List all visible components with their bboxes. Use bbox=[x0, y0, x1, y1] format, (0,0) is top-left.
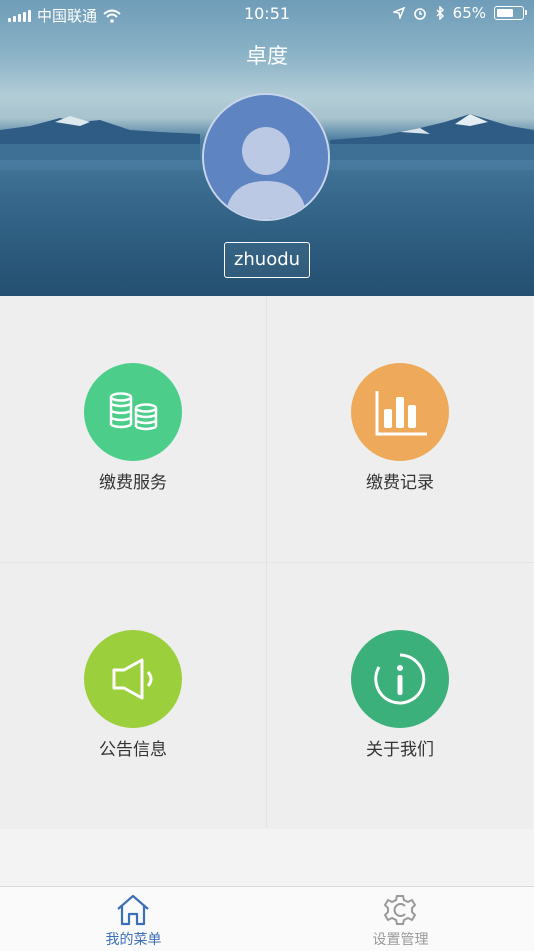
announcements-icon-circle bbox=[84, 630, 182, 728]
tab-label: 设置管理 bbox=[372, 932, 429, 948]
menu-item-label: 关于我们 bbox=[366, 740, 434, 760]
payment-service-icon-circle bbox=[84, 363, 182, 461]
battery-icon bbox=[494, 6, 527, 20]
app-title: 卓度 bbox=[246, 44, 288, 68]
menu-item-payment-records[interactable]: 缴费记录 bbox=[267, 296, 533, 562]
home-icon bbox=[117, 894, 149, 926]
tab-bar: 我的菜单 设置管理 bbox=[0, 886, 534, 951]
battery-percent: 65% bbox=[452, 4, 486, 22]
menu-item-label: 缴费服务 bbox=[99, 473, 167, 493]
location-icon bbox=[392, 7, 405, 19]
coins-icon bbox=[109, 392, 158, 431]
status-bar: 中国联通 10:51 65% bbox=[0, 0, 534, 28]
menu-item-announcements[interactable]: 公告信息 bbox=[0, 563, 266, 829]
speaker-icon bbox=[112, 658, 153, 700]
menu-item-label: 缴费记录 bbox=[366, 473, 434, 493]
bluetooth-icon bbox=[436, 6, 444, 20]
menu-item-payment-service[interactable]: 缴费服务 bbox=[0, 296, 266, 562]
battery-level-fill bbox=[497, 9, 513, 17]
menu-item-about-us[interactable]: 关于我们 bbox=[267, 563, 533, 829]
profile-header: 中国联通 10:51 65% 卓度 zhuodu bbox=[0, 0, 534, 296]
tab-label: 我的菜单 bbox=[105, 932, 162, 948]
tab-settings[interactable]: 设置管理 bbox=[267, 887, 534, 951]
payment-records-icon-circle bbox=[351, 363, 449, 461]
user-silhouette-icon bbox=[204, 95, 328, 219]
info-icon bbox=[374, 653, 426, 705]
gear-icon bbox=[383, 895, 417, 925]
alarm-icon bbox=[413, 8, 426, 20]
avatar[interactable] bbox=[202, 93, 330, 221]
menu-item-label: 公告信息 bbox=[99, 740, 167, 760]
tab-my-menu[interactable]: 我的菜单 bbox=[0, 887, 267, 951]
username-badge: zhuodu bbox=[224, 242, 310, 278]
bar-chart-icon bbox=[375, 391, 427, 436]
about-us-icon-circle bbox=[351, 630, 449, 728]
grid-divider-horizontal bbox=[0, 562, 534, 563]
